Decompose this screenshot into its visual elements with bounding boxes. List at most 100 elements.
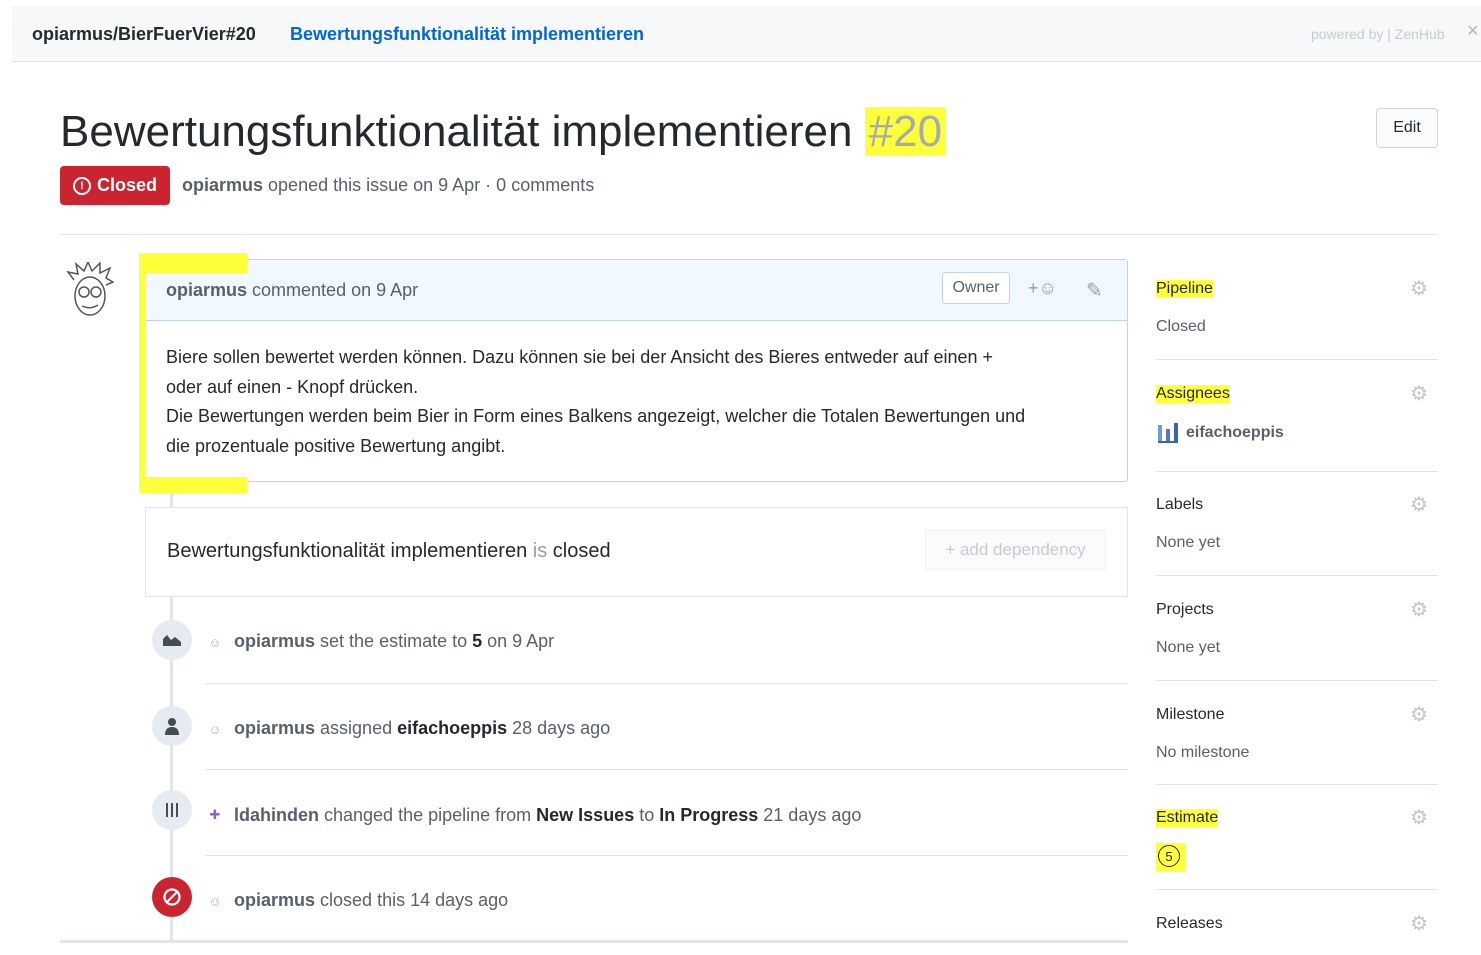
event-actor[interactable]: opiarmus [234,631,315,651]
comment-box: opiarmus commented on 9 Apr Owner +☺ ✎ B… [145,259,1128,482]
header-divider [60,234,1438,235]
comment-header: opiarmus commented on 9 Apr Owner +☺ ✎ [146,260,1127,321]
smiley-icon[interactable]: +☺ [1028,278,1057,299]
meta-text: opened this issue on 9 Apr · 0 comments [263,175,595,195]
event-text-part: changed the pipeline from [319,805,537,825]
event-text: opiarmus set the estimate to 5 on 9 Apr [234,631,554,652]
sidebar-divider [1156,471,1438,472]
person-icon [152,706,192,746]
event-value: In Progress [659,805,759,825]
gear-icon[interactable]: ⚙ [1410,381,1428,406]
gear-icon[interactable]: ⚙ [1410,492,1428,517]
gear-icon[interactable]: ⚙ [1410,276,1428,301]
sidebar-divider [1156,889,1438,890]
pipeline-heading: Pipeline [1156,280,1213,298]
comment-line: Biere sollen bewertet werden können. Daz… [166,347,994,367]
issue-title-text: Bewertungsfunktionalität implementieren [60,107,853,156]
status-badge: ! Closed [60,166,170,205]
event-text-part: closed this 14 days ago [315,890,509,910]
actor-avatar[interactable]: ☺ [207,894,223,910]
estimate-heading: Estimate [1156,809,1219,827]
sidebar-divider [1156,575,1438,576]
timeline-event: ☺ opiarmus assigned eifachoeppis 28 days… [145,684,1128,770]
owner-badge: Owner [942,272,1010,304]
pencil-icon[interactable]: ✎ [1086,278,1103,303]
assignees-heading: Assignees [1156,385,1230,403]
dependency-issue-title[interactable]: Bewertungsfunktionalität implementieren [167,540,527,562]
event-text-part: 28 days ago [507,718,611,738]
actor-avatar[interactable]: ☺ [207,635,223,651]
timeline-event: ☺ opiarmus set the estimate to 5 on 9 Ap… [145,598,1128,684]
highlight-mark [139,253,247,273]
comment-line: die prozentuale positive Bewertung angib… [166,435,506,456]
assignee-name[interactable]: eifachoeppis [1186,424,1284,442]
event-text: opiarmus assigned eifachoeppis 28 days a… [234,718,610,739]
repo-issue-ref[interactable]: opiarmus/BierFuerVier#20 [32,24,256,45]
event-text-part: assigned [315,718,398,738]
issue-meta: opiarmus opened this issue on 9 Apr · 0 … [182,175,594,196]
sidebar-divider [1156,359,1438,360]
page-title: Bewertungsfunktionalität implementieren … [60,106,947,158]
gear-icon[interactable]: ⚙ [1410,597,1428,622]
issue-title-link[interactable]: Bewertungsfunktionalität implementieren [290,24,644,45]
event-text-part: 21 days ago [758,805,862,825]
timeline-bottom-line [60,940,1128,943]
pipeline-icon [152,790,192,830]
edit-button[interactable]: Edit [1376,108,1438,148]
highlight-mark [139,253,146,493]
estimate-value: 5 [1158,845,1180,867]
gear-icon[interactable]: ⚙ [1410,805,1428,830]
author-link[interactable]: opiarmus [182,175,263,195]
powered-by-zenhub[interactable]: powered by | ZenHub [1311,26,1445,42]
ban-icon [152,877,192,917]
event-text-part: on 9 Apr [482,631,555,651]
issue-number: #20 [864,107,947,156]
event-text-part: set the estimate to [315,631,473,651]
comment-line: oder auf einen - Knopf drücken. [166,376,419,397]
event-actor[interactable]: opiarmus [234,890,315,910]
event-text: ldahinden changed the pipeline from New … [234,805,861,826]
dependency-is: is [527,540,553,562]
projects-value: None yet [1156,639,1221,656]
assignee[interactable]: eifachoeppis [1156,421,1284,445]
status-label: Closed [96,175,157,195]
timeline-event: ✚ ldahinden changed the pipeline from Ne… [145,770,1128,856]
releases-heading: Releases [1156,915,1223,932]
labels-value: None yet [1156,534,1221,551]
estimate-icon [152,620,192,660]
dependency-state: closed [552,540,611,562]
event-text: opiarmus closed this 14 days ago [234,890,508,911]
assignee-avatar [1158,423,1178,443]
comment-line: Die Bewertungen werden beim Bier in Form… [166,406,1026,426]
comment-body: Biere sollen bewertet werden können. Daz… [146,321,1127,483]
zenhub-topbar: opiarmus/BierFuerVier#20 Bewertungsfunkt… [12,6,1481,62]
milestone-value: No milestone [1156,744,1250,761]
event-actor[interactable]: opiarmus [234,718,315,738]
sidebar-divider [1156,680,1438,681]
event-text-part: to [634,805,660,825]
actor-avatar[interactable]: ✚ [207,807,223,823]
event-value[interactable]: eifachoeppis [397,718,507,738]
labels-heading: Labels [1156,496,1204,513]
avatar[interactable] [66,262,114,318]
dependency-box: Bewertungsfunktionalität implementieren … [145,507,1128,597]
event-value: 5 [472,631,483,651]
pipeline-value: Closed [1156,318,1206,335]
milestone-heading: Milestone [1156,706,1225,723]
gear-icon[interactable]: ⚙ [1410,702,1428,727]
actor-avatar[interactable]: ☺ [207,722,223,738]
add-dependency-button[interactable]: + add dependency [925,530,1106,570]
event-actor[interactable]: ldahinden [234,805,319,825]
close-icon[interactable]: × [1467,20,1479,43]
dependency-text: Bewertungsfunktionalität implementieren … [167,540,611,563]
comment-author-line: opiarmus commented on 9 Apr [166,280,418,301]
sidebar-divider [1156,784,1438,785]
closed-issue-icon: ! [72,176,91,195]
comment-author[interactable]: opiarmus [166,280,247,300]
gear-icon[interactable]: ⚙ [1410,911,1428,936]
projects-heading: Projects [1156,601,1214,618]
event-value: New Issues [536,805,635,825]
comment-date[interactable]: commented on 9 Apr [247,280,418,300]
timeline-event: ☺ opiarmus closed this 14 days ago [145,856,1128,942]
highlight-mark [139,477,247,493]
